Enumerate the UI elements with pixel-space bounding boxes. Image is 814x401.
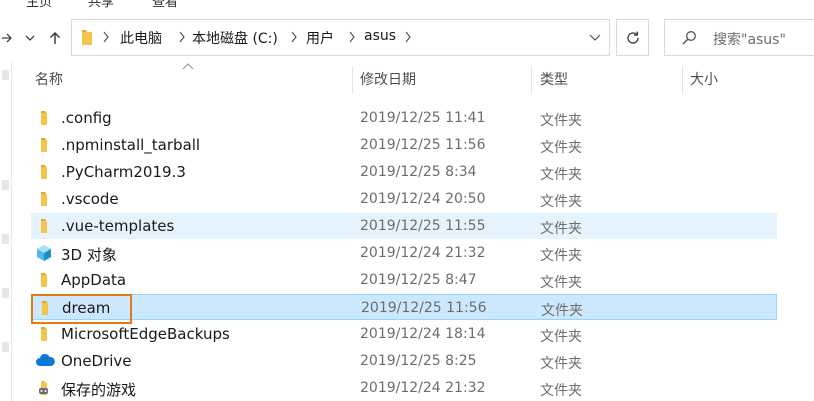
- column-header-name[interactable]: 名称: [35, 66, 63, 94]
- file-row[interactable]: OneDrive 2019/12/25 8:25 文件夹: [31, 348, 777, 374]
- file-row[interactable]: .PyCharm2019.3 2019/12/25 8:34 文件夹: [31, 159, 777, 185]
- recent-locations-button[interactable]: [20, 24, 40, 52]
- file-row[interactable]: 3D 对象 2019/12/24 21:32 文件夹: [31, 240, 777, 266]
- chevron-right-icon[interactable]: [102, 31, 110, 43]
- ribbon-tab-share[interactable]: 共享: [88, 0, 114, 8]
- ribbon-tab-view[interactable]: 查看: [152, 0, 178, 8]
- folder-icon: [35, 217, 53, 235]
- file-date-modified: 2019/12/24 21:32: [360, 380, 486, 396]
- file-date-modified: 2019/12/25 11:56: [361, 300, 487, 316]
- file-date-modified: 2019/12/25 8:34: [360, 164, 477, 180]
- column-divider[interactable]: [352, 66, 353, 94]
- file-name: dream: [62, 299, 111, 317]
- file-type: 文件夹: [540, 329, 582, 345]
- arrow-up-icon: [50, 32, 60, 44]
- breadcrumb-users[interactable]: 用户: [306, 28, 334, 48]
- address-bar[interactable]: 此电脑 本地磁盘 (C:) 用户 asus: [71, 19, 610, 56]
- file-row[interactable]: .config 2019/12/25 11:41 文件夹: [31, 105, 777, 131]
- file-date-modified: 2019/12/24 21:32: [360, 245, 486, 261]
- file-date-modified: 2019/12/25 8:25: [360, 353, 477, 369]
- file-row[interactable]: .npminstall_tarball 2019/12/25 11:56 文件夹: [31, 132, 777, 158]
- column-header-size[interactable]: 大小: [690, 66, 718, 94]
- file-name: 3D 对象: [61, 246, 117, 264]
- file-name: .vscode: [61, 190, 119, 208]
- search-icon: [682, 31, 696, 45]
- breadcrumb-local-disk[interactable]: 本地磁盘 (C:): [192, 28, 278, 48]
- folder-icon: [35, 325, 53, 343]
- file-type: 文件夹: [540, 275, 582, 291]
- file-date-modified: 2019/12/25 11:41: [360, 110, 486, 126]
- scroll-indicator: [2, 180, 9, 190]
- file-name: MicrosoftEdgeBackups: [61, 325, 230, 343]
- folder-icon: [35, 271, 53, 289]
- file-type: 文件夹: [540, 221, 582, 237]
- arrow-right-icon: [2, 33, 12, 43]
- file-name: OneDrive: [61, 352, 132, 370]
- chevron-down-icon[interactable]: [589, 32, 601, 42]
- search-placeholder: 搜索"asus": [713, 32, 786, 48]
- refresh-button[interactable]: [616, 19, 649, 56]
- ribbon-tab-home[interactable]: 主页: [26, 0, 52, 8]
- file-type: 文件夹: [540, 194, 582, 210]
- column-divider[interactable]: [531, 66, 532, 94]
- file-type: 文件夹: [540, 356, 582, 372]
- folder-icon: [35, 163, 53, 181]
- refresh-icon: [626, 31, 639, 44]
- scroll-indicator: [2, 288, 9, 298]
- file-row[interactable]: AppData 2019/12/25 8:47 文件夹: [31, 267, 777, 293]
- file-type: 文件夹: [540, 113, 582, 129]
- folder-icon: [36, 299, 54, 317]
- file-row[interactable]: MicrosoftEdgeBackups 2019/12/24 18:14 文件夹: [31, 321, 777, 347]
- file-date-modified: 2019/12/24 20:50: [360, 191, 486, 207]
- file-type: 文件夹: [540, 140, 582, 156]
- onedrive-icon: [35, 352, 55, 370]
- file-date-modified: 2019/12/25 11:56: [360, 137, 486, 153]
- file-row[interactable]: dream 2019/12/25 11:56 文件夹: [31, 294, 777, 320]
- breadcrumb-asus[interactable]: asus: [364, 28, 396, 44]
- chevron-right-icon[interactable]: [348, 31, 356, 43]
- file-date-modified: 2019/12/25 11:55: [360, 218, 486, 234]
- search-box[interactable]: 搜索"asus": [664, 19, 814, 56]
- chevron-down-icon: [25, 35, 35, 41]
- file-type: 文件夹: [541, 303, 583, 319]
- scroll-indicator: [2, 342, 9, 352]
- file-name: .npminstall_tarball: [61, 136, 201, 154]
- up-button[interactable]: [45, 24, 65, 52]
- sort-ascending-icon: [182, 63, 194, 70]
- chevron-right-icon[interactable]: [290, 31, 298, 43]
- file-name: .PyCharm2019.3: [61, 163, 186, 181]
- file-type: 文件夹: [540, 383, 582, 399]
- column-header-date-modified[interactable]: 修改日期: [360, 66, 416, 94]
- ribbon-tabs: 主页 共享 查看: [0, 0, 814, 8]
- chevron-right-icon[interactable]: [404, 31, 412, 43]
- file-type: 文件夹: [540, 167, 582, 183]
- column-divider[interactable]: [682, 66, 683, 94]
- file-name: .config: [61, 109, 112, 127]
- column-header-type[interactable]: 类型: [540, 66, 568, 94]
- folder-icon: [82, 30, 92, 45]
- saved-games-icon: [35, 379, 53, 397]
- breadcrumb-this-pc[interactable]: 此电脑: [120, 28, 162, 48]
- 3d-objects-icon: [35, 244, 53, 262]
- file-row[interactable]: .vscode 2019/12/24 20:50 文件夹: [31, 186, 777, 212]
- file-name: 保存的游戏: [61, 381, 137, 399]
- scroll-indicator: [2, 234, 9, 244]
- file-date-modified: 2019/12/24 18:14: [360, 326, 486, 342]
- file-row[interactable]: 保存的游戏 2019/12/24 21:32 文件夹: [31, 375, 777, 401]
- folder-icon: [35, 190, 53, 208]
- file-date-modified: 2019/12/25 8:47: [360, 272, 477, 288]
- chevron-right-icon[interactable]: [178, 31, 186, 43]
- file-name: AppData: [61, 271, 127, 289]
- navigation-pane-edge[interactable]: [0, 62, 12, 401]
- file-type: 文件夹: [540, 248, 582, 264]
- folder-icon: [35, 109, 53, 127]
- file-row[interactable]: .vue-templates 2019/12/25 11:55 文件夹: [31, 213, 777, 239]
- forward-button[interactable]: [0, 24, 17, 52]
- scroll-indicator: [2, 70, 9, 80]
- file-name: .vue-templates: [61, 217, 175, 235]
- folder-icon: [35, 136, 53, 154]
